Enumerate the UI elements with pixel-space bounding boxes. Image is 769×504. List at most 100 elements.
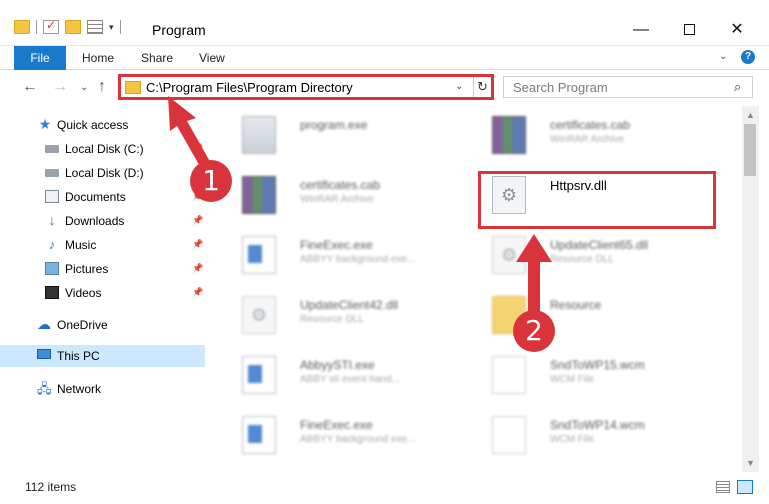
list-item[interactable]: FineExec.exe ABBYY background exe... <box>222 230 472 282</box>
file-type: Resource DLL <box>550 254 614 265</box>
disk-icon <box>45 169 59 177</box>
step-2-badge: 2 <box>513 310 555 352</box>
star-icon: ★ <box>38 116 52 132</box>
music-icon: ♪ <box>48 237 56 252</box>
sidebar-item-pictures[interactable]: Pictures 📌 <box>0 258 205 280</box>
file-type: ABBYY background exe... <box>300 254 416 265</box>
back-button[interactable]: ← <box>22 78 38 96</box>
pin-icon: 📌 <box>192 215 204 225</box>
step-1-badge: 1 <box>190 160 232 202</box>
help-icon[interactable]: ? <box>741 50 755 64</box>
pin-icon: 📌 <box>192 263 204 273</box>
forward-button[interactable]: → <box>52 78 68 96</box>
toolbar-separator <box>36 20 37 34</box>
computer-icon <box>37 349 51 359</box>
sidebar-item-label: Quick access <box>57 118 129 132</box>
pin-icon: 📌 <box>192 143 204 153</box>
tab-home[interactable]: Home <box>82 46 114 70</box>
sidebar-item-label: Network <box>57 382 102 396</box>
scroll-up-icon[interactable]: ▲ <box>746 110 755 120</box>
scroll-down-icon[interactable]: ▼ <box>746 458 755 468</box>
properties-icon[interactable] <box>43 18 59 34</box>
minimize-button[interactable]: — <box>618 18 664 44</box>
view-list-icon[interactable] <box>87 20 103 34</box>
file-type: Resource DLL <box>300 314 364 325</box>
item-count: 112 items <box>25 480 77 494</box>
sidebar-item-label: Documents <box>65 190 126 204</box>
address-bar[interactable]: C:\Program Files\Program Directory ⌄ ↻ <box>118 74 494 100</box>
documents-icon <box>45 190 59 203</box>
up-button[interactable]: ↑ <box>98 78 106 96</box>
search-input[interactable]: Search Program ⌕ <box>503 76 753 98</box>
file-name: UpdateClient42.dll <box>300 298 399 312</box>
refresh-button[interactable]: ↻ <box>473 77 491 97</box>
search-icon[interactable]: ⌕ <box>734 79 741 95</box>
file-name: certificates.cab <box>550 118 631 132</box>
file-type: WCM File <box>550 374 594 385</box>
list-item[interactable]: AbbyySTI.exe ABBY sti event hand... <box>222 350 472 402</box>
sidebar-item-onedrive[interactable]: ☁ OneDrive <box>0 314 205 336</box>
sidebar-item-this-pc[interactable]: This PC <box>0 345 205 367</box>
cloud-icon: ☁ <box>37 316 51 332</box>
address-path[interactable]: C:\Program Files\Program Directory <box>146 80 353 95</box>
scrollbar-thumb[interactable] <box>744 124 756 176</box>
file-name: Resource <box>550 298 602 312</box>
file-list[interactable]: program.exe certificates.cab WinRAR Arch… <box>212 106 742 472</box>
maximize-icon <box>683 24 695 36</box>
navigation-pane: ★ Quick access Local Disk (C:) 📌 Local D… <box>0 106 212 472</box>
file-name: certificates.cab <box>300 178 381 192</box>
expand-ribbon-icon[interactable]: ⌄ <box>719 51 727 62</box>
file-type: ABBYY background exe... <box>300 434 416 445</box>
app-icon <box>242 416 276 454</box>
list-item[interactable]: certificates.cab WinRAR Archive <box>472 110 722 162</box>
customize-toolbar-dropdown-icon[interactable]: ▾ <box>109 22 114 33</box>
archive-icon <box>492 116 526 154</box>
new-folder-icon[interactable] <box>65 20 81 34</box>
close-button[interactable]: ✕ <box>714 18 760 44</box>
list-item[interactable]: FineExec.exe ABBYY background exe... <box>222 410 472 462</box>
dll-icon <box>492 236 526 274</box>
sidebar-item-downloads[interactable]: ↓ Downloads 📌 <box>0 210 205 232</box>
list-item[interactable]: program.exe <box>222 110 472 162</box>
list-item[interactable]: UpdateClient65.dll Resource DLL <box>472 230 722 282</box>
details-view-icon[interactable] <box>716 481 730 493</box>
window-title: Program <box>152 22 206 38</box>
target-file-highlight <box>478 171 716 229</box>
sidebar-item-label: This PC <box>57 349 100 363</box>
file-name: AbbyySTI.exe <box>300 358 375 372</box>
recent-locations-icon[interactable]: ⌄ <box>80 82 88 93</box>
list-item[interactable]: SndToWP15.wcm WCM File <box>472 350 722 402</box>
large-icons-view-icon[interactable] <box>737 480 753 494</box>
address-dropdown-icon[interactable]: ⌄ <box>455 81 463 92</box>
tab-view[interactable]: View <box>199 46 225 70</box>
maximize-button[interactable] <box>666 18 712 44</box>
list-item[interactable]: SndToWP14.wcm WCM File <box>472 410 722 462</box>
sidebar-item-documents[interactable]: Documents 📌 <box>0 186 205 208</box>
tab-file[interactable]: File <box>14 46 66 70</box>
file-name: SndToWP15.wcm <box>550 358 645 372</box>
disk-icon <box>45 145 59 153</box>
archive-icon <box>242 176 276 214</box>
list-item[interactable]: certificates.cab WinRAR Archive <box>222 170 472 222</box>
sidebar-item-videos[interactable]: Videos 📌 <box>0 282 205 304</box>
sidebar-item-local-disk-c[interactable]: Local Disk (C:) 📌 <box>0 138 205 160</box>
sidebar-item-label: Pictures <box>65 262 109 276</box>
list-item[interactable]: Resource <box>472 290 722 342</box>
file-type: WinRAR Archive <box>550 134 624 145</box>
pin-icon: 📌 <box>192 239 204 249</box>
file-type: ABBY sti event hand... <box>300 374 400 385</box>
folder-icon <box>125 81 141 94</box>
sidebar-item-local-disk-d[interactable]: Local Disk (D:) 📌 <box>0 162 205 184</box>
list-item[interactable]: UpdateClient42.dll Resource DLL <box>222 290 472 342</box>
folder-icon[interactable] <box>14 20 30 34</box>
sidebar-item-label: Downloads <box>65 214 125 228</box>
sidebar-item-quick-access[interactable]: ★ Quick access <box>0 114 205 136</box>
vertical-scrollbar[interactable]: ▲ ▼ <box>742 106 759 472</box>
tab-share[interactable]: Share <box>141 46 173 70</box>
file-name: UpdateClient65.dll <box>550 238 649 252</box>
sidebar-item-music[interactable]: ♪ Music 📌 <box>0 234 205 256</box>
sidebar-item-network[interactable]: 🖧 Network <box>0 378 205 400</box>
title-bar: ▾ Program — ✕ <box>0 0 769 46</box>
search-placeholder: Search Program <box>513 80 608 95</box>
quick-access-toolbar: ▾ <box>14 18 121 34</box>
